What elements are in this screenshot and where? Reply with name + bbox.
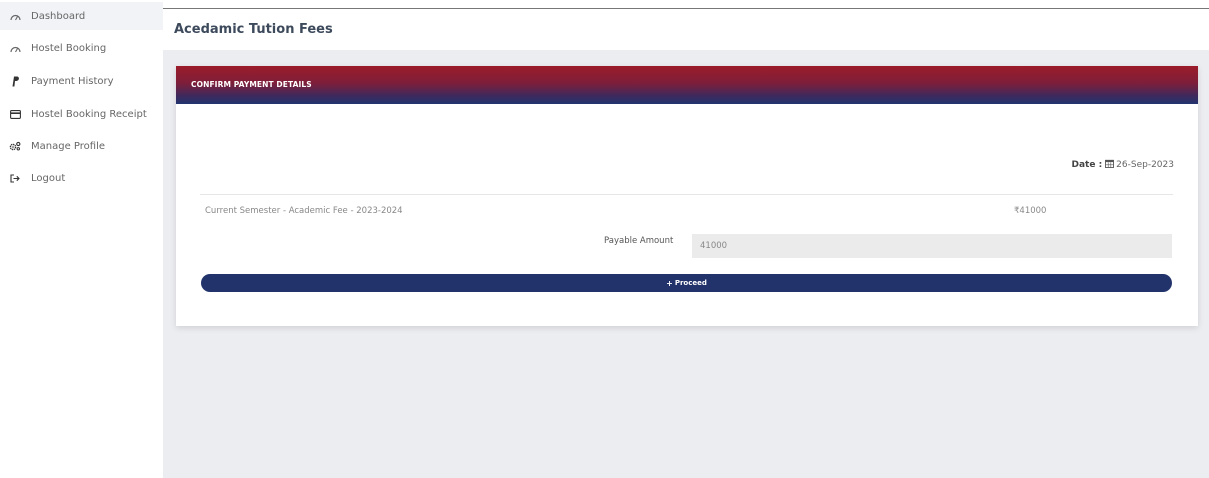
proceed-label: Proceed: [674, 279, 707, 287]
sidebar-item-dashboard[interactable]: Dashboard: [0, 2, 163, 30]
date-value: 26-Sep-2023: [1116, 160, 1174, 170]
sidebar-item-hostel-booking-receipt[interactable]: Hostel Booking Receipt: [0, 100, 163, 128]
main-content: Acedamic Tution Fees CONFIRM PAYMENT DET…: [163, 9, 1209, 478]
card-title: CONFIRM PAYMENT DETAILS: [191, 80, 312, 89]
dashboard-icon: [9, 42, 21, 54]
fee-description: Current Semester - Academic Fee - 2023-2…: [205, 206, 403, 216]
credit-card-icon: [9, 108, 21, 120]
proceed-button[interactable]: + Proceed: [201, 274, 1172, 292]
dashboard-icon: [9, 10, 21, 22]
sidebar-item-payment-history[interactable]: Payment History: [0, 67, 163, 95]
sidebar-item-logout[interactable]: Logout: [0, 164, 163, 192]
page-header: Acedamic Tution Fees: [163, 9, 1209, 50]
sidebar-item-label: Payment History: [31, 75, 114, 87]
sidebar: Dashboard Hostel Booking Payment History…: [0, 0, 163, 478]
sidebar-item-hostel-booking[interactable]: Hostel Booking: [0, 34, 163, 62]
page-title: Acedamic Tution Fees: [174, 22, 333, 37]
plus-icon: +: [666, 278, 673, 288]
divider: [200, 194, 1173, 195]
date-label: Date :: [1071, 160, 1103, 170]
sidebar-item-label: Hostel Booking Receipt: [31, 108, 147, 120]
sidebar-item-label: Hostel Booking: [31, 42, 107, 54]
payable-amount-input[interactable]: [692, 234, 1172, 258]
sidebar-item-label: Logout: [31, 172, 66, 184]
payment-card: CONFIRM PAYMENT DETAILS Date : 26-Sep-20…: [176, 66, 1198, 326]
payable-amount-label: Payable Amount: [604, 236, 674, 246]
sidebar-item-label: Dashboard: [31, 10, 86, 22]
calendar-icon: [1105, 159, 1115, 171]
sidebar-item-manage-profile[interactable]: Manage Profile: [0, 132, 163, 160]
logout-icon: [9, 172, 21, 184]
cogs-icon: [9, 140, 21, 152]
card-header: CONFIRM PAYMENT DETAILS: [176, 66, 1198, 104]
sidebar-item-label: Manage Profile: [31, 140, 105, 152]
date-row: Date : 26-Sep-2023: [1071, 159, 1174, 171]
fee-amount: ₹41000: [1014, 206, 1047, 216]
paypal-icon: [9, 75, 21, 87]
